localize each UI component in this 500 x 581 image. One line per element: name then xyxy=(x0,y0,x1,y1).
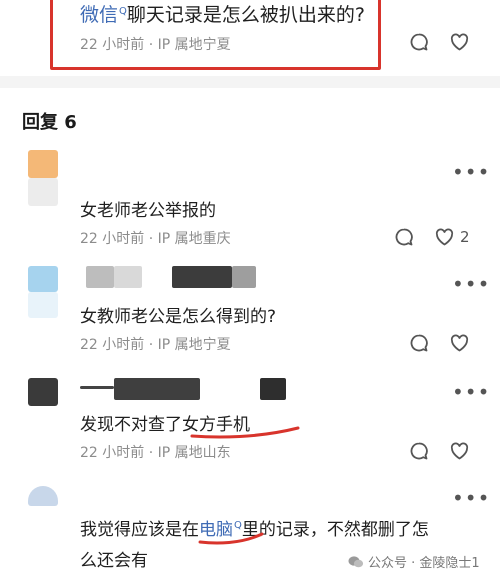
blurred-name xyxy=(172,266,232,288)
like-button[interactable] xyxy=(448,31,470,53)
comment-button[interactable] xyxy=(408,440,430,462)
comment-icon xyxy=(409,441,429,461)
red-underline-annotation xyxy=(198,532,264,545)
post-text: 微信Q聊天记录是怎么被扒出来的? xyxy=(80,0,365,27)
comment-button[interactable] xyxy=(393,226,415,248)
reply-meta: 22 小时前 · IP 属地重庆 xyxy=(80,228,231,248)
heart-icon xyxy=(449,333,470,353)
reply-location: IP 属地重庆 xyxy=(157,231,231,247)
replies-header: 回复 6 xyxy=(22,112,77,133)
red-underline-annotation xyxy=(190,426,300,439)
section-divider xyxy=(0,76,500,88)
blurred-name xyxy=(114,378,200,400)
avatar-blur xyxy=(28,178,58,206)
heart-icon xyxy=(434,227,455,247)
wechat-icon xyxy=(348,555,364,573)
reply-text-part: 发现不对查了 xyxy=(80,415,182,435)
like-button[interactable] xyxy=(433,226,455,248)
like-button[interactable] xyxy=(448,332,470,354)
more-icon[interactable]: ••• xyxy=(452,380,490,404)
comment-button[interactable] xyxy=(408,31,430,53)
post-time: 22 小时前 xyxy=(80,37,145,53)
reply-meta: 22 小时前 · IP 属地宁夏 xyxy=(80,334,231,354)
meta-separator: · xyxy=(148,445,158,461)
avatar[interactable] xyxy=(28,486,58,506)
post-location: IP 属地宁夏 xyxy=(157,37,231,53)
more-icon[interactable]: ••• xyxy=(452,272,490,296)
reply-location: IP 属地山东 xyxy=(157,445,231,461)
like-button[interactable] xyxy=(448,440,470,462)
reply-time: 22 小时前 xyxy=(80,445,145,461)
comment-button[interactable] xyxy=(408,332,430,354)
heart-icon xyxy=(449,32,470,52)
blurred-name xyxy=(86,266,114,288)
comment-icon xyxy=(409,333,429,353)
reply-text: 女老师老公举报的 xyxy=(80,201,216,221)
avatar-blur xyxy=(28,292,58,318)
blurred-name xyxy=(260,378,286,400)
meta-separator: · xyxy=(148,231,158,247)
more-icon[interactable]: ••• xyxy=(452,160,490,184)
reply-time: 22 小时前 xyxy=(80,231,145,247)
avatar[interactable] xyxy=(28,266,58,292)
search-icon: Q xyxy=(119,5,127,17)
heart-icon xyxy=(449,441,470,461)
comment-icon xyxy=(409,32,429,52)
reply-location: IP 属地宁夏 xyxy=(157,337,231,353)
avatar[interactable] xyxy=(28,150,58,178)
blurred-name xyxy=(80,386,114,389)
post-link[interactable]: 微信 xyxy=(80,4,118,26)
blurred-name xyxy=(232,266,256,288)
reply-meta: 22 小时前 · IP 属地山东 xyxy=(80,442,231,462)
meta-separator: · xyxy=(148,37,158,53)
reply-text: 女教师老公是怎么得到的? xyxy=(80,307,277,327)
comment-icon xyxy=(394,227,414,247)
avatar[interactable] xyxy=(28,378,58,406)
reply-text-part: 里的记录，不然都删了怎 xyxy=(241,520,429,540)
post-text-rest: 聊天记录是怎么被扒出来的? xyxy=(126,4,365,26)
watermark: 公众号 · 金陵隐士1 xyxy=(348,552,480,573)
meta-separator: · xyxy=(148,337,158,353)
post-meta: 22 小时前 · IP 属地宁夏 xyxy=(80,34,231,54)
reply-text-part: 我觉得应该是在 xyxy=(80,520,199,540)
watermark-text: 公众号 · 金陵隐士1 xyxy=(368,556,480,571)
blurred-name xyxy=(114,266,142,288)
more-icon[interactable]: ••• xyxy=(452,486,490,510)
reply-text-line2: 么还会有 xyxy=(80,551,148,571)
reply-time: 22 小时前 xyxy=(80,337,145,353)
like-count: 2 xyxy=(460,228,470,246)
